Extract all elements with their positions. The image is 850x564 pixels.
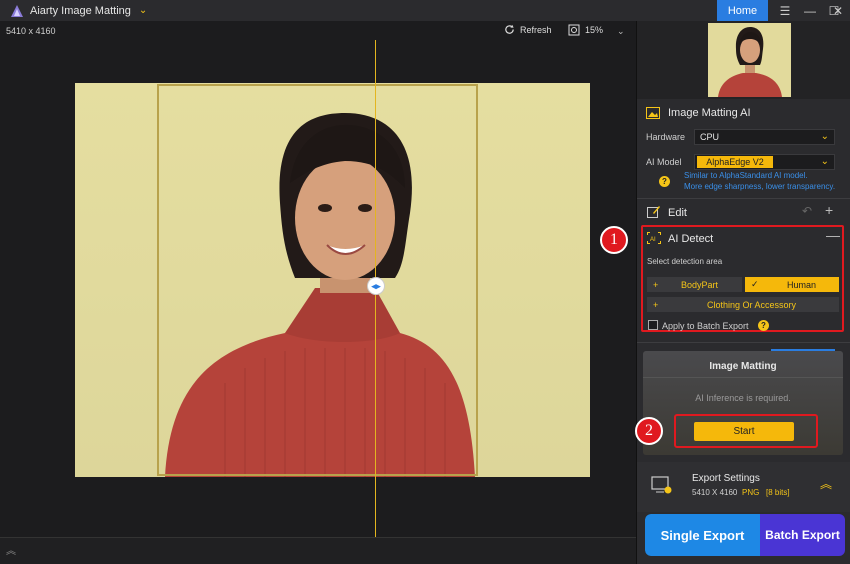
add-icon[interactable]: + bbox=[825, 202, 833, 218]
export-settings-row[interactable]: Export Settings 5410 X 4160 PNG [8 bits]… bbox=[637, 462, 850, 512]
export-settings-title: Export Settings bbox=[692, 473, 760, 484]
hardware-select[interactable]: CPU ⌄ bbox=[694, 129, 835, 145]
refresh-label: Refresh bbox=[520, 24, 552, 35]
export-bits: [8 bits] bbox=[766, 488, 790, 497]
image-matting-title: Image Matting bbox=[709, 361, 777, 372]
model-note-line2: More edge sharpness, lower transparency. bbox=[684, 182, 836, 191]
human-label: Human bbox=[787, 279, 817, 290]
svg-text:AI: AI bbox=[650, 237, 656, 243]
ai-detect-icon: AI bbox=[647, 232, 661, 244]
split-handle-icon[interactable]: ◂▸ bbox=[367, 277, 385, 295]
refresh-icon bbox=[505, 24, 514, 34]
human-option[interactable]: ✓ Human bbox=[745, 277, 839, 292]
minimize-icon[interactable]: — bbox=[798, 0, 822, 21]
compare-split-line[interactable] bbox=[375, 40, 376, 560]
plus-icon: + bbox=[653, 299, 659, 310]
image-dimensions: 5410 x 4160 bbox=[6, 26, 56, 36]
clothing-option[interactable]: + Clothing Or Accessory bbox=[647, 297, 839, 312]
image-thumbnail[interactable] bbox=[708, 23, 791, 97]
export-buttons: Single Export Batch Export bbox=[645, 514, 845, 556]
bodypart-label: BodyPart bbox=[681, 279, 719, 290]
detection-area-label: Select detection area bbox=[647, 257, 723, 266]
right-panel: Image Matting AI Hardware CPU ⌄ AI Model… bbox=[600, 21, 850, 564]
zoom-fit-icon bbox=[568, 24, 580, 36]
bodypart-option[interactable]: + BodyPart bbox=[647, 277, 742, 292]
menu-icon[interactable]: ☰ bbox=[773, 0, 797, 21]
callout-1: 1 bbox=[600, 226, 628, 254]
refresh-button[interactable]: Refresh bbox=[504, 24, 552, 35]
export-settings-icon bbox=[651, 476, 672, 494]
batch-export-button[interactable]: Batch Export bbox=[760, 514, 845, 556]
plus-icon: + bbox=[653, 279, 659, 290]
chevron-down-icon: ⌄ bbox=[820, 156, 829, 167]
ai-model-select[interactable]: AlphaEdge V2 ⌄ bbox=[694, 154, 835, 170]
expand-up-icon[interactable]: ︽ bbox=[6, 542, 16, 557]
ai-model-label: AI Model bbox=[646, 157, 682, 167]
app-logo-icon bbox=[11, 4, 23, 17]
thumbnail-strip bbox=[637, 21, 850, 99]
collapse-icon[interactable]: — bbox=[826, 227, 840, 243]
thumbnail-illustration bbox=[718, 27, 782, 97]
help-icon[interactable]: ? bbox=[758, 320, 769, 331]
ai-model-value: AlphaEdge V2 bbox=[697, 156, 773, 168]
bottom-bar: ︽ bbox=[0, 537, 636, 564]
divider bbox=[643, 377, 843, 378]
image-ai-icon bbox=[646, 107, 660, 119]
app-title: Aiarty Image Matting bbox=[30, 4, 131, 17]
single-export-button[interactable]: Single Export bbox=[645, 514, 760, 556]
hardware-value: CPU bbox=[700, 132, 720, 142]
divider bbox=[637, 198, 850, 199]
chevron-down-icon[interactable]: ⌄ bbox=[139, 5, 147, 16]
zoom-chevron-down-icon[interactable]: ⌄ bbox=[617, 26, 625, 37]
chevron-up-icon[interactable]: ︽ bbox=[820, 475, 832, 492]
chevron-down-icon: ⌄ bbox=[820, 131, 829, 142]
callout-2: 2 bbox=[635, 417, 663, 445]
undo-icon[interactable]: ↶ bbox=[802, 204, 812, 218]
zoom-control[interactable]: 15% bbox=[568, 24, 603, 36]
model-note-line1: Similar to AlphaStandard AI model. bbox=[684, 171, 808, 180]
edit-title: Edit bbox=[668, 207, 687, 219]
ai-detect-title: AI Detect bbox=[668, 233, 714, 245]
image-canvas[interactable]: 5410 x 4160 Refresh 15% ⌄ ◂▸ bbox=[0, 21, 636, 560]
apply-batch-checkbox[interactable] bbox=[648, 320, 658, 330]
hardware-label: Hardware bbox=[646, 132, 686, 142]
zoom-level: 15% bbox=[585, 25, 604, 35]
export-format: PNG bbox=[742, 488, 760, 497]
export-size: 5410 X 4160 bbox=[692, 488, 738, 497]
help-icon[interactable]: ? bbox=[659, 176, 670, 187]
clothing-label: Clothing Or Accessory bbox=[707, 299, 797, 310]
divider bbox=[637, 342, 850, 343]
check-icon: ✓ bbox=[751, 279, 759, 289]
close-icon[interactable]: ✕ bbox=[826, 0, 850, 21]
start-button[interactable]: Start bbox=[694, 422, 794, 441]
portrait-image bbox=[75, 83, 590, 477]
detection-box[interactable] bbox=[157, 84, 478, 476]
image-matting-ai-title: Image Matting AI bbox=[668, 107, 751, 119]
edit-icon bbox=[647, 206, 660, 218]
apply-batch-label: Apply to Batch Export bbox=[662, 321, 749, 331]
home-button[interactable]: Home bbox=[717, 0, 768, 21]
inference-status: AI Inference is required. bbox=[695, 393, 791, 403]
